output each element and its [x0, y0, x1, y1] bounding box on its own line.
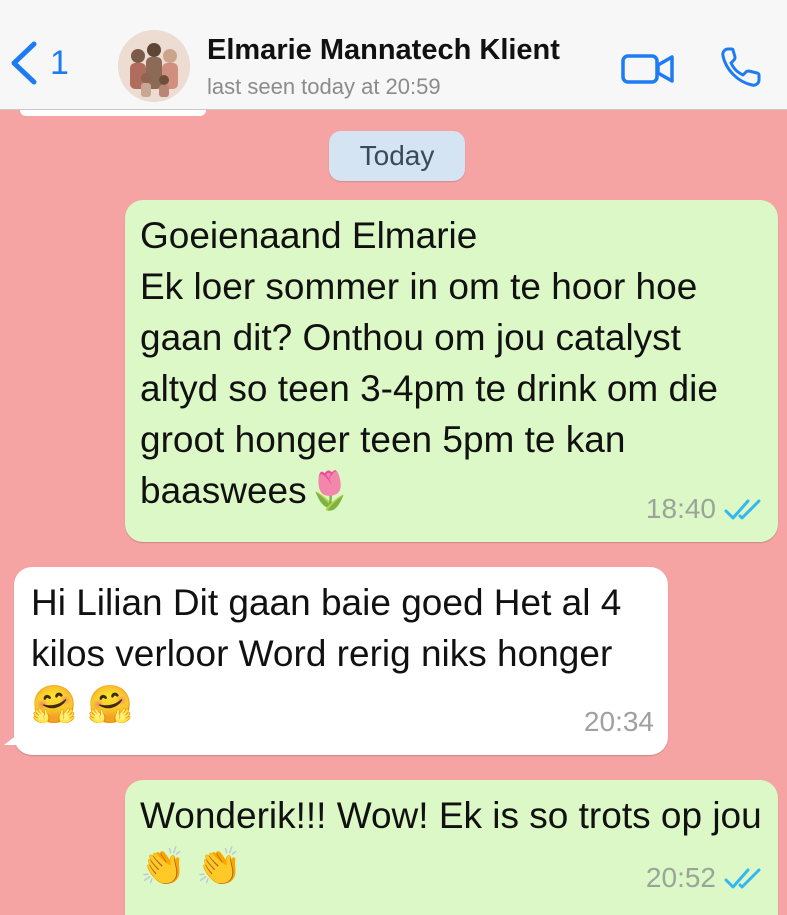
- message-meta: 20:52: [646, 852, 764, 903]
- double-check-icon: [724, 499, 761, 519]
- message-bubble-outgoing[interactable]: Goeienaand Elmarie Ek loer sommer in om …: [125, 200, 778, 542]
- phone-icon: [721, 47, 761, 87]
- chevron-left-icon: [11, 41, 37, 85]
- back-button[interactable]: 1: [8, 40, 69, 86]
- bubble-tail: [4, 731, 22, 745]
- voice-call-button[interactable]: [718, 44, 764, 90]
- double-check-icon: [724, 868, 761, 888]
- message-meta: 20:34: [584, 696, 654, 747]
- unread-count: 1: [50, 43, 69, 82]
- message-time: 18:40: [645, 493, 716, 524]
- message-time: 20:34: [583, 706, 654, 737]
- video-call-button[interactable]: [620, 48, 676, 88]
- previous-message-edge: [20, 110, 206, 116]
- message-bubble-incoming[interactable]: Hi Lilian Dit gaan baie goed Het al 4 ki…: [4, 567, 668, 755]
- message-time: 20:52: [645, 862, 716, 893]
- message-text: Hi Lilian Dit gaan baie goed Het al 4 ki…: [31, 582, 622, 725]
- message-meta: 18:40: [646, 483, 764, 534]
- chat-header: 1 Elmarie Mannatech Klient last seen tod…: [0, 0, 787, 110]
- last-seen-status: last seen today at 20:59: [207, 74, 441, 99]
- date-separator: Today: [329, 131, 465, 181]
- avatar[interactable]: [118, 30, 190, 102]
- contact-name[interactable]: Elmarie Mannatech Klient: [207, 34, 560, 67]
- message-text: Goeienaand Elmarie Ek loer sommer in om …: [140, 215, 718, 511]
- message-bubble-outgoing[interactable]: Wonderik!!! Wow! Ek is so trots op jou👏 …: [125, 780, 778, 915]
- video-camera-icon: [621, 54, 674, 84]
